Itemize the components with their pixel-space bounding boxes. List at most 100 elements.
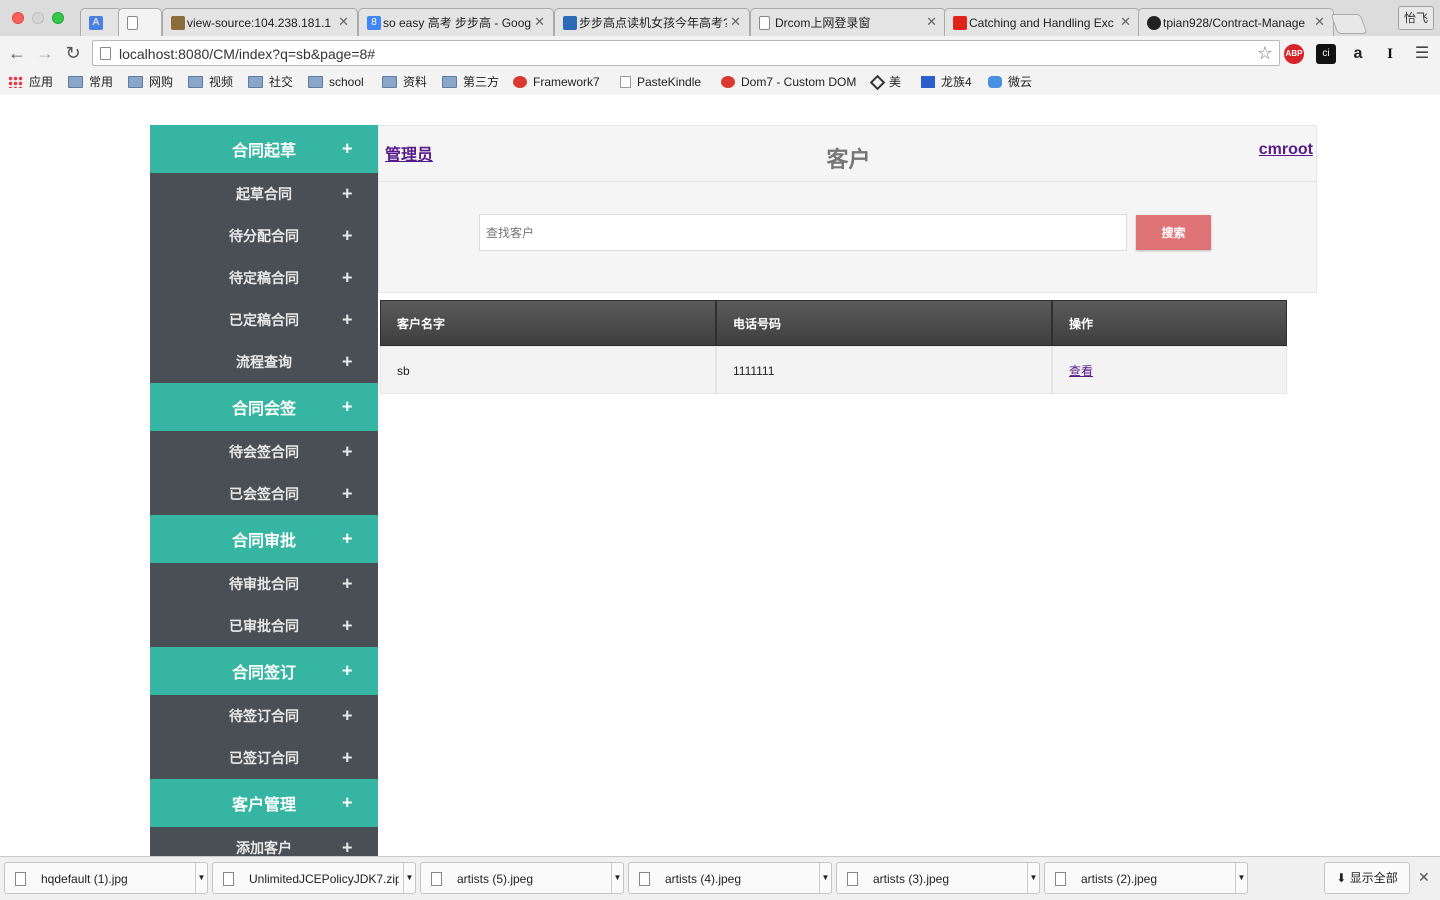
chevron-down-icon[interactable]: ▼	[1027, 863, 1039, 893]
star-icon[interactable]: ☆	[1257, 43, 1273, 64]
url-text[interactable]: localhost:8080/CM/index?q=sb&page=8#	[119, 46, 375, 62]
tab-google[interactable]: 8 so easy 高考 步步高 - Goog ✕	[358, 8, 554, 36]
tab-close-icon[interactable]: ✕	[1120, 15, 1131, 29]
download-item[interactable]: hqdefault (1).jpg ▼	[4, 862, 208, 894]
tab-drcom[interactable]: Drcom上网登录窗 ✕	[750, 8, 946, 36]
tab-close-icon[interactable]: ✕	[338, 15, 349, 29]
plus-icon[interactable]: +	[342, 442, 353, 463]
close-icon[interactable]: ✕	[1418, 869, 1430, 886]
instapaper-icon[interactable]: I	[1380, 44, 1400, 64]
adblock-icon[interactable]: ABP	[1284, 44, 1304, 64]
bookmark-dom7[interactable]: Dom7 - Custom DOM	[721, 74, 859, 90]
reload-icon[interactable]: ↻	[62, 42, 84, 64]
tab-oracle[interactable]: Catching and Handling Exc ✕	[944, 8, 1140, 36]
tab-translate[interactable]: A	[80, 8, 122, 36]
download-item[interactable]: artists (3).jpeg ▼	[836, 862, 1040, 894]
ci-extension-icon[interactable]: ci	[1316, 44, 1336, 64]
menu-item[interactable]: 添加客户 +	[150, 827, 378, 856]
plus-icon[interactable]: +	[342, 529, 353, 550]
menu-group-header[interactable]: 合同起草 +	[150, 125, 378, 173]
tab-title: view-source:104.238.181.1	[187, 16, 332, 30]
bookmark-framework7[interactable]: Framework7	[513, 74, 600, 90]
tab-close-icon[interactable]: ✕	[730, 15, 741, 29]
menu-item[interactable]: 待签订合同 +	[150, 695, 378, 737]
tab-view-source[interactable]: view-source:104.238.181.1 ✕	[162, 8, 358, 36]
address-bar[interactable]: localhost:8080/CM/index?q=sb&page=8# ☆	[92, 40, 1280, 66]
menu-item[interactable]: 流程查询 +	[150, 341, 378, 383]
chevron-down-icon[interactable]: ▼	[819, 863, 831, 893]
bookmark-folder[interactable]: 资料	[382, 74, 427, 90]
minimize-window-button[interactable]	[32, 12, 44, 24]
amazon-icon[interactable]: a	[1348, 44, 1368, 64]
bookmark-longzu[interactable]: 龙族4	[921, 74, 972, 90]
chevron-down-icon[interactable]: ▼	[1235, 863, 1247, 893]
tab-bbg[interactable]: 步步高点读机女孩今年高考? ✕	[554, 8, 750, 36]
bookmark-pastekindle[interactable]: PasteKindle	[620, 74, 701, 90]
search-button[interactable]: 搜索	[1136, 215, 1211, 250]
menu-item[interactable]: 待会签合同 +	[150, 431, 378, 473]
menu-group-header[interactable]: 合同会签 +	[150, 383, 378, 431]
chevron-down-icon[interactable]: ▼	[195, 863, 207, 893]
codepen-icon	[869, 74, 886, 91]
menu-item[interactable]: 待分配合同 +	[150, 215, 378, 257]
menu-item[interactable]: 已签订合同 +	[150, 737, 378, 779]
bookmark-mei[interactable]: 美	[869, 74, 901, 91]
show-all-button[interactable]: ⬇ 显示全部	[1324, 862, 1410, 894]
plus-icon[interactable]: +	[342, 268, 353, 289]
plus-icon[interactable]: +	[342, 793, 353, 814]
profile-button[interactable]: 怡飞	[1398, 6, 1434, 30]
plus-icon[interactable]: +	[342, 706, 353, 727]
menu-item[interactable]: 已审批合同 +	[150, 605, 378, 647]
bookmark-folder[interactable]: 社交	[248, 74, 293, 90]
back-icon[interactable]: ←	[6, 42, 28, 64]
plus-icon[interactable]: +	[342, 226, 353, 247]
plus-icon[interactable]: +	[342, 310, 353, 331]
menu-item[interactable]: 待定稿合同 +	[150, 257, 378, 299]
plus-icon[interactable]: +	[342, 184, 353, 205]
download-item[interactable]: artists (4).jpeg ▼	[628, 862, 832, 894]
menu-group-header[interactable]: 客户管理 +	[150, 779, 378, 827]
page-content: 合同起草 + 起草合同 + 待分配合同 + 待定稿合同 + 已定稿合同 + 流程查询 + 合同会签 + 待会…	[0, 95, 1440, 856]
tab-close-icon[interactable]: ✕	[534, 15, 545, 29]
download-item[interactable]: UnlimitedJCEPolicyJDK7.zip ▼	[212, 862, 416, 894]
chevron-down-icon[interactable]: ▼	[403, 863, 415, 893]
plus-icon[interactable]: +	[342, 139, 353, 160]
bookmark-folder[interactable]: 常用	[68, 74, 113, 90]
folder-icon	[128, 76, 143, 88]
bookmark-weiyun[interactable]: 微云	[988, 74, 1032, 90]
bookmark-folder[interactable]: 网购	[128, 74, 173, 90]
user-link[interactable]: cmroot	[1259, 141, 1313, 159]
plus-icon[interactable]: +	[342, 574, 353, 595]
forward-icon[interactable]: →	[34, 42, 56, 64]
new-tab-button[interactable]	[1330, 14, 1368, 34]
tab-github[interactable]: tpian928/Contract-Manage ✕	[1138, 8, 1334, 36]
bookmark-folder[interactable]: 视频	[188, 74, 233, 90]
chevron-down-icon[interactable]: ▼	[611, 863, 623, 893]
menu-item[interactable]: 起草合同 +	[150, 173, 378, 215]
bookmark-folder[interactable]: school	[308, 74, 364, 90]
bookmark-folder[interactable]: 第三方	[442, 74, 499, 90]
close-window-button[interactable]	[12, 12, 24, 24]
tab-close-icon[interactable]: ✕	[1314, 15, 1325, 29]
menu-item[interactable]: 待审批合同 +	[150, 563, 378, 605]
view-link[interactable]: 查看	[1069, 364, 1093, 378]
tab-current[interactable]	[118, 8, 162, 36]
plus-icon[interactable]: +	[342, 661, 353, 682]
plus-icon[interactable]: +	[342, 352, 353, 373]
plus-icon[interactable]: +	[342, 484, 353, 505]
bookmark-apps[interactable]: 应用	[8, 74, 53, 90]
download-item[interactable]: artists (5).jpeg ▼	[420, 862, 624, 894]
menu-item[interactable]: 已会签合同 +	[150, 473, 378, 515]
download-item[interactable]: artists (2).jpeg ▼	[1044, 862, 1248, 894]
menu-group-header[interactable]: 合同审批 +	[150, 515, 378, 563]
menu-group-header[interactable]: 合同签订 +	[150, 647, 378, 695]
menu-item[interactable]: 已定稿合同 +	[150, 299, 378, 341]
plus-icon[interactable]: +	[342, 616, 353, 637]
menu-icon[interactable]: ☰	[1412, 44, 1432, 64]
plus-icon[interactable]: +	[342, 748, 353, 769]
plus-icon[interactable]: +	[342, 838, 353, 857]
search-input[interactable]	[479, 214, 1127, 251]
zoom-window-button[interactable]	[52, 12, 64, 24]
tab-close-icon[interactable]: ✕	[926, 15, 937, 29]
plus-icon[interactable]: +	[342, 397, 353, 418]
